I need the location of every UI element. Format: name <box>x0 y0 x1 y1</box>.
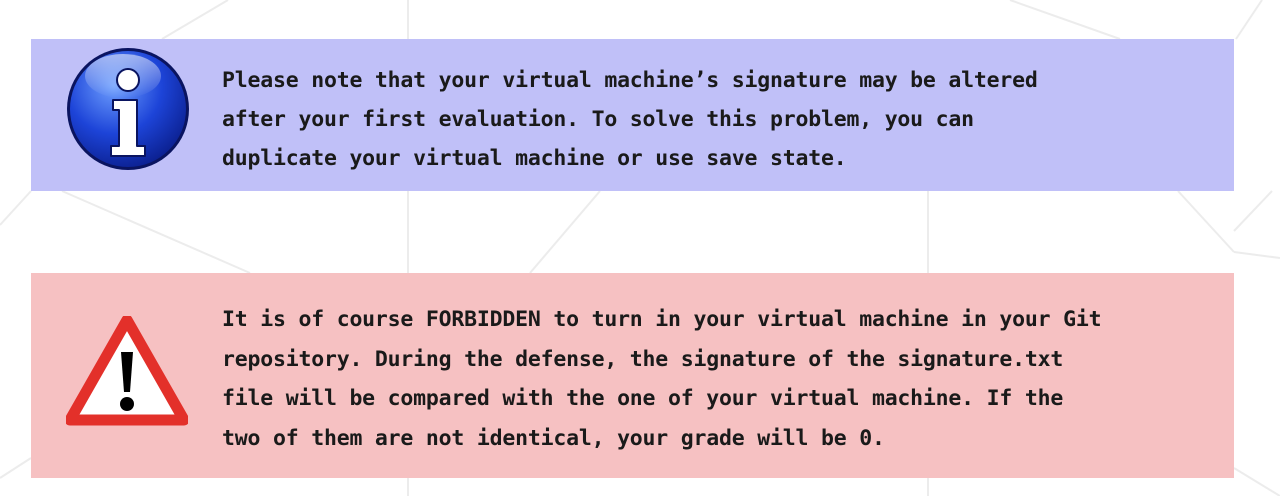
info-notice: Please note that your virtual machine’s … <box>31 39 1234 191</box>
info-icon <box>67 48 189 170</box>
warning-notice-text: It is of course FORBIDDEN to turn in you… <box>222 307 1102 451</box>
info-notice-text: Please note that your virtual machine’s … <box>222 68 1038 171</box>
warning-icon <box>66 316 188 426</box>
warning-notice: It is of course FORBIDDEN to turn in you… <box>31 273 1234 478</box>
